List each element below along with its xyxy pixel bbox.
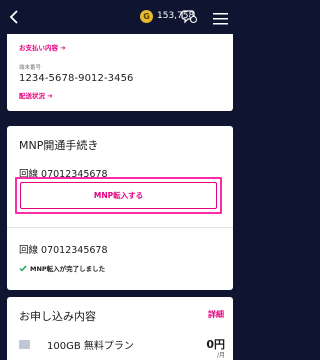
device-number: 1234-5678-9012-3456 [19, 73, 134, 84]
back-button[interactable] [6, 9, 22, 25]
mnp-transfer-button[interactable]: MNP転入する [20, 182, 217, 209]
application-title: お申し込み内容 [19, 310, 96, 323]
mnp-card: MNP開通手続き 回線 07012345678 MNP転入する 回線 07012… [7, 126, 233, 290]
app-header: G 153,758 [0, 0, 240, 34]
sim-card-icon [19, 340, 30, 349]
device-number-label: 端末番号 [19, 65, 42, 71]
plan-row: 100GB 無料プラン 0円 /月 [19, 337, 225, 359]
mnp-complete-text: MNP転入が完了しました [30, 265, 106, 273]
chat-icon [181, 10, 198, 24]
application-card: お申し込み内容 詳細 100GB 無料プラン 0円 /月 [7, 297, 233, 360]
divider [7, 227, 233, 228]
mnp-completed-line-number: 回線 07012345678 [19, 245, 108, 256]
device-card: お支払い内容 ➔ 端末番号 1234-5678-9012-3456 配送状況 ➔ [7, 34, 233, 111]
mnp-complete-status: MNP転入が完了しました [19, 263, 105, 273]
check-icon [19, 265, 27, 272]
coin-icon: G [140, 10, 153, 23]
application-detail-link[interactable]: 詳細 [208, 309, 224, 320]
chat-button[interactable] [181, 8, 198, 25]
hamburger-icon [213, 13, 228, 25]
plan-price-unit: /月 [216, 352, 225, 359]
payment-details-link[interactable]: お支払い内容 ➔ [19, 42, 66, 52]
chevron-left-icon [9, 10, 18, 24]
mnp-button-highlight: MNP転入する [15, 177, 222, 214]
mnp-title: MNP開通手続き [19, 139, 99, 152]
menu-button[interactable] [213, 10, 228, 25]
plan-name: 100GB 無料プラン [47, 341, 134, 352]
shipping-status-link[interactable]: 配送状況 ➔ [19, 90, 53, 100]
